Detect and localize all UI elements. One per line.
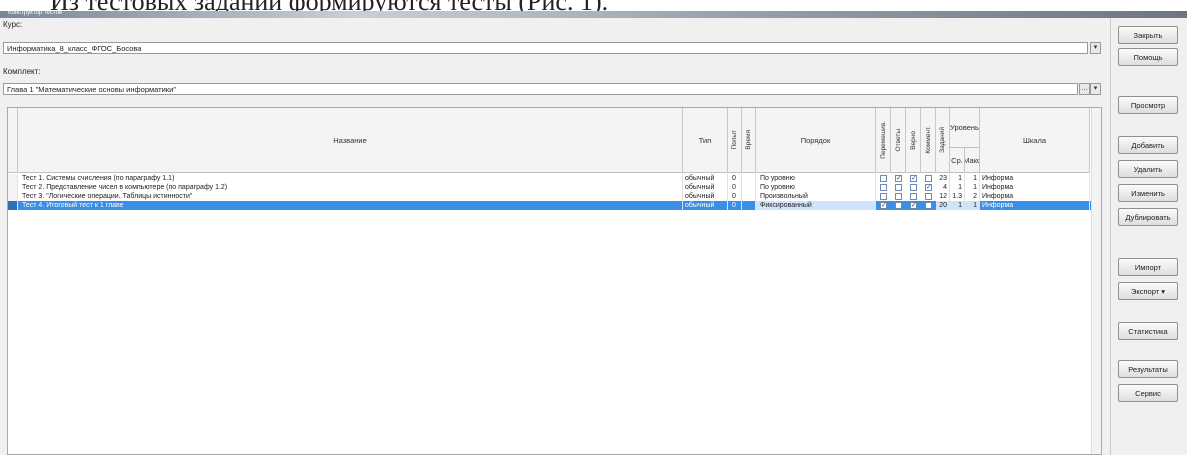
col-name-header[interactable]: Название [18,108,683,173]
komplekt-label: Комплект: [3,67,41,76]
komplekt-combobox[interactable]: Глава 1 "Математические основы информати… [3,83,1078,95]
col-tasks-header[interactable]: Заданий [936,108,950,173]
kurs-label: Курс: [3,20,23,29]
cell-name: Тест 1. Системы счисления (по параграфу … [18,174,683,183]
cell-avg: 1 [950,183,965,192]
checkbox-c4[interactable] [925,202,932,209]
cell-max: 1 [965,201,980,210]
checkbox-c1[interactable] [880,175,887,182]
col-level-avg-header[interactable]: Ср. [950,148,965,173]
row-indicator[interactable] [8,192,18,201]
tests-table: Название Тип Попыт Время Порядок Перемеш… [7,107,1102,455]
table-row[interactable]: Тест 1. Системы счисления (по параграфу … [8,174,1101,183]
edit-button[interactable]: Изменить [1118,184,1178,202]
cell-scale: Информа [980,192,1090,201]
cell-scale: Информа [980,183,1090,192]
col-try-header[interactable]: Попыт [728,108,742,173]
checkbox-c4[interactable] [925,175,932,182]
col-time-header[interactable]: Время [742,108,756,173]
cell-name: Тест 4. Итоговый тест к 1 главе [18,201,683,210]
row-indicator[interactable] [8,201,18,210]
view-button[interactable]: Просмотр [1118,96,1178,114]
checkbox-c1[interactable]: ✓ [880,202,887,209]
col-random-header[interactable]: Перемешив. [876,108,891,173]
cell-try: 0 [728,201,742,210]
cell-avg: 1.3 [950,192,965,201]
cell-type: обычный [683,192,728,201]
cell-avg: 1 [950,174,965,183]
cell-tasks: 20 [936,201,950,210]
panel-divider [1110,18,1111,455]
cell-order: Произвольный [756,192,876,201]
window-titlebar: Конструктор тестов [0,10,1187,18]
cell-try: 0 [728,174,742,183]
cell-time [742,192,756,201]
cell-tasks: 12 [936,192,950,201]
table-row[interactable]: Тест 4. Итоговый тест к 1 главе обычный 0 Ф… [8,201,1101,210]
export-button[interactable]: Экспорт ▾ [1118,282,1178,300]
cell-scale: Информа [980,201,1090,210]
checkbox-c4[interactable] [925,193,932,200]
cell-type: обычный [683,183,728,192]
cell-type: обычный [683,174,728,183]
cell-type: обычный [683,201,728,210]
cell-order: По уровню [756,183,876,192]
table-row[interactable]: Тест 3. "Логические операции. Таблицы ис… [8,192,1101,201]
row-indicator[interactable] [8,183,18,192]
cell-tasks: 23 [936,174,950,183]
delete-button[interactable]: Удалить [1118,160,1178,178]
checkbox-c3[interactable] [910,184,917,191]
table-row[interactable]: Тест 2. Представление чисел в компьютере… [8,183,1101,192]
cell-time [742,201,756,210]
col-type-header[interactable]: Тип [683,108,728,173]
cell-try: 0 [728,192,742,201]
service-button[interactable]: Сервис [1118,384,1178,402]
cell-max: 1 [965,174,980,183]
row-indicator[interactable] [8,174,18,183]
cell-name: Тест 3. "Логические операции. Таблицы ис… [18,192,683,201]
col-yes-header[interactable]: Верно [906,108,921,173]
col-level-max-header[interactable]: Макс [965,148,980,173]
results-button[interactable]: Результаты [1118,360,1178,378]
ellipsis-icon[interactable]: … [1079,83,1090,95]
cell-time [742,174,756,183]
komplekt-dropdown-icon[interactable]: ▾ [1090,83,1101,95]
col-comment-header[interactable]: Коммент. [921,108,936,173]
checkbox-c4[interactable]: ✓ [925,184,932,191]
checkbox-c1[interactable] [880,184,887,191]
cell-scale: Информа [980,174,1090,183]
cell-avg: 1 [950,201,965,210]
col-order-header[interactable]: Порядок [756,108,876,173]
checkbox-c2[interactable] [895,184,902,191]
cell-max: 1 [965,183,980,192]
cell-max: 2 [965,192,980,201]
cell-tasks: 4 [936,183,950,192]
checkbox-c2[interactable] [895,202,902,209]
kurs-dropdown-icon[interactable]: ▾ [1090,42,1101,54]
cell-try: 0 [728,183,742,192]
kurs-combobox[interactable]: Информатика_8_класс_ФГОС_Босова [3,42,1088,54]
col-scale-header[interactable]: Шкала [980,108,1090,173]
row-indicator-header [8,108,18,173]
col-answers-header[interactable]: Ответы [891,108,906,173]
checkbox-c3[interactable]: ✓ [910,175,917,182]
checkbox-c3[interactable]: ✓ [910,202,917,209]
statistics-button[interactable]: Статистика [1118,322,1178,340]
test-constructor-window: Курс: Информатика_8_класс_ФГОС_Босова ▾ … [0,18,1187,455]
add-button[interactable]: Добавить [1118,136,1178,154]
close-button[interactable]: Закрыть [1118,26,1178,44]
cell-order: Фиксированный [756,201,876,210]
checkbox-c3[interactable] [910,193,917,200]
col-level-header[interactable]: Уровень [950,108,980,148]
cell-name: Тест 2. Представление чисел в компьютере… [18,183,683,192]
checkbox-c2[interactable] [895,193,902,200]
checkbox-c1[interactable] [880,193,887,200]
checkbox-c2[interactable]: ✓ [895,175,902,182]
import-button[interactable]: Импорт [1118,258,1178,276]
cell-order: По уровню [756,174,876,183]
help-button[interactable]: Помощь [1118,48,1178,66]
cell-time [742,183,756,192]
duplicate-button[interactable]: Дублировать [1118,208,1178,226]
table-scrollbar[interactable] [1091,108,1101,454]
